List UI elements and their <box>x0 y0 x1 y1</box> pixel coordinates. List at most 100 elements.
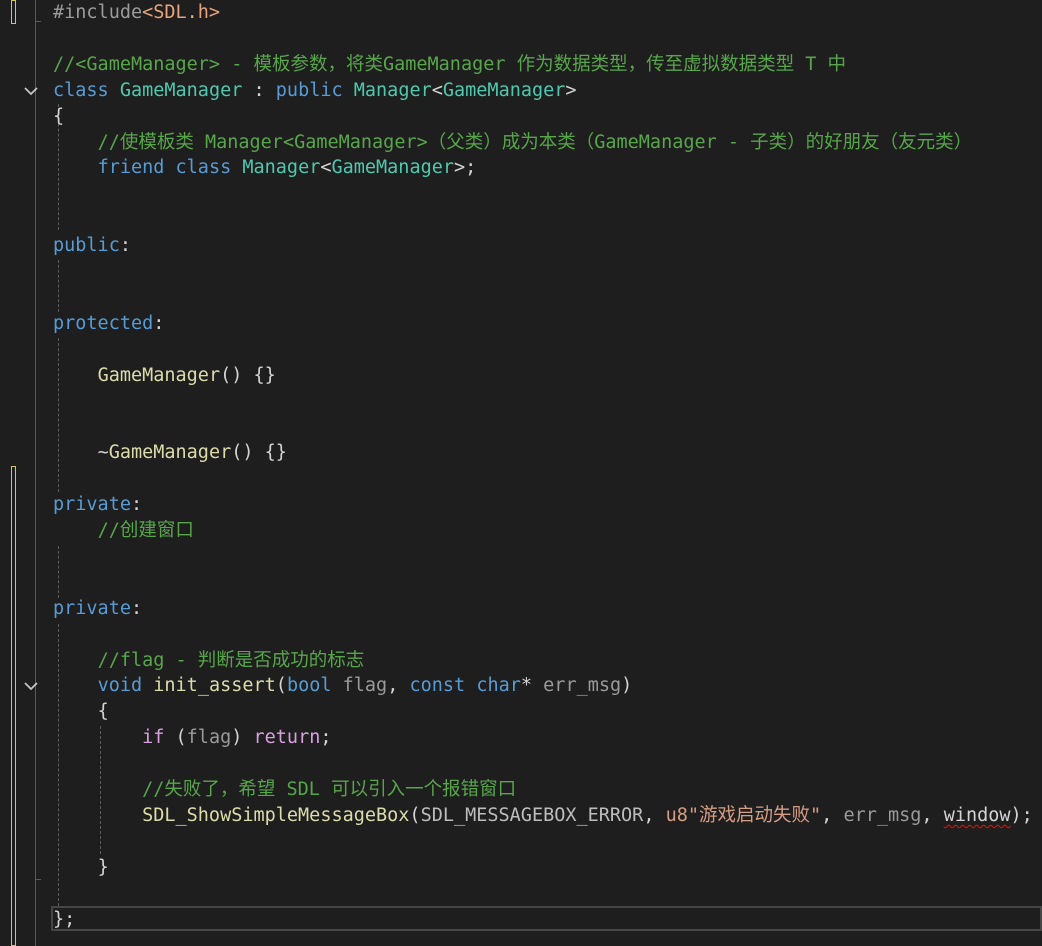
code-token: , <box>921 804 944 826</box>
code-token: public <box>53 235 120 257</box>
gutter-separator <box>35 0 36 946</box>
code-token: * <box>520 675 544 697</box>
code-token: ( <box>275 675 287 697</box>
code-token: : <box>130 597 143 619</box>
code-token: : <box>119 235 131 257</box>
code-token: , <box>387 675 410 697</box>
code-token: u8"游戏启动失败" <box>665 804 822 826</box>
code-line[interactable]: SDL_ShowSimpleMessageBox(SDL_MESSAGEBOX_… <box>53 803 1033 829</box>
code-token: { <box>97 701 109 723</box>
code-token: ) <box>621 675 633 697</box>
code-token: ; <box>320 727 332 749</box>
code-line[interactable]: //失败了，希望 SDL 可以引入一个报错窗口 <box>53 777 516 803</box>
code-token: void <box>97 675 143 697</box>
code-token: ); <box>1010 804 1033 826</box>
code-token: protected <box>53 312 154 334</box>
code-token: if <box>142 727 165 749</box>
code-token: Manager <box>353 79 432 101</box>
code-line[interactable]: //flag - 判断是否成功的标志 <box>53 648 365 674</box>
code-token: < <box>431 79 443 101</box>
code-token: Manager <box>242 157 321 179</box>
indent-guide <box>58 260 59 312</box>
code-line[interactable]: //使模板类 Manager<GameManager>（父类）成为本类（Game… <box>53 130 973 156</box>
code-token: //创建窗口 <box>97 520 194 541</box>
code-token: private <box>53 494 131 516</box>
code-token: const <box>409 675 466 697</box>
indent-guide <box>58 338 59 492</box>
code-token: //flag - 判断是否成功的标志 <box>97 649 365 671</box>
code-line[interactable]: ~GameManager() {} <box>53 440 287 466</box>
code-token: init_assert <box>153 675 276 697</box>
code-token: flag <box>186 727 232 749</box>
code-token: GameManager <box>97 364 221 386</box>
code-line[interactable]: class GameManager : public Manager<GameM… <box>53 78 577 104</box>
code-line[interactable]: //<GameManager> - 模板参数，将类GameManager 作为数… <box>53 52 846 78</box>
code-token: return <box>253 727 321 749</box>
code-token: #include <box>53 2 143 23</box>
code-token: class <box>175 157 232 179</box>
code-line[interactable]: }; <box>53 907 75 933</box>
code-token: <SDL.h> <box>142 2 221 23</box>
error-token: window <box>943 804 1011 826</box>
code-line[interactable]: } <box>53 855 109 881</box>
code-token: ~ <box>97 442 109 464</box>
code-token: GameManager <box>331 157 455 179</box>
code-token: : <box>153 312 165 334</box>
code-editor[interactable]: #include<SDL.h> //<GameManager> - 模板参数，将类… <box>0 0 1042 946</box>
indent-guide <box>58 546 59 598</box>
code-token: private <box>53 597 131 619</box>
code-line[interactable]: private: <box>53 596 142 622</box>
code-token: //失败了，希望 SDL 可以引入一个报错窗口 <box>142 779 517 800</box>
code-token: , <box>821 804 844 826</box>
code-token: SDL_ShowSimpleMessageBox <box>142 804 410 826</box>
code-line[interactable]: #include<SDL.h> <box>53 0 220 26</box>
code-line[interactable]: if (flag) return; <box>53 725 331 751</box>
code-token: flag <box>342 675 388 697</box>
code-token: : <box>130 494 143 516</box>
code-line[interactable]: protected: <box>53 311 164 337</box>
current-line-highlight <box>51 906 1042 931</box>
code-line[interactable]: friend class Manager<GameManager>; <box>53 155 477 181</box>
code-token: > <box>565 79 577 101</box>
code-token: >; <box>454 157 477 179</box>
code-token: , <box>643 804 666 826</box>
code-token: err_msg <box>843 804 922 826</box>
code-line[interactable]: { <box>53 104 64 130</box>
code-token: //<GameManager> - 模板参数，将类GameManager 作为数… <box>53 53 847 75</box>
code-line[interactable]: { <box>53 699 109 725</box>
code-token: GameManager <box>108 442 232 464</box>
class-fold-icon[interactable] <box>22 82 40 100</box>
function-fold-icon[interactable] <box>22 677 40 695</box>
code-token: ) <box>231 727 254 749</box>
gutter-tick <box>35 879 41 880</box>
code-token: : <box>242 79 276 101</box>
gutter-tick <box>35 21 41 22</box>
code-token: err_msg <box>543 675 622 697</box>
code-token: ( <box>164 727 187 749</box>
code-line[interactable]: GameManager() {} <box>53 363 276 389</box>
code-line[interactable]: //创建窗口 <box>53 518 194 544</box>
code-token: public <box>275 79 343 101</box>
code-line[interactable]: public: <box>53 233 131 259</box>
code-token: } <box>97 856 109 878</box>
code-line[interactable]: void init_assert(bool flag, const char* … <box>53 673 633 699</box>
code-line[interactable]: private: <box>53 492 142 518</box>
code-token: bool <box>286 675 332 697</box>
code-token: friend <box>97 157 165 179</box>
